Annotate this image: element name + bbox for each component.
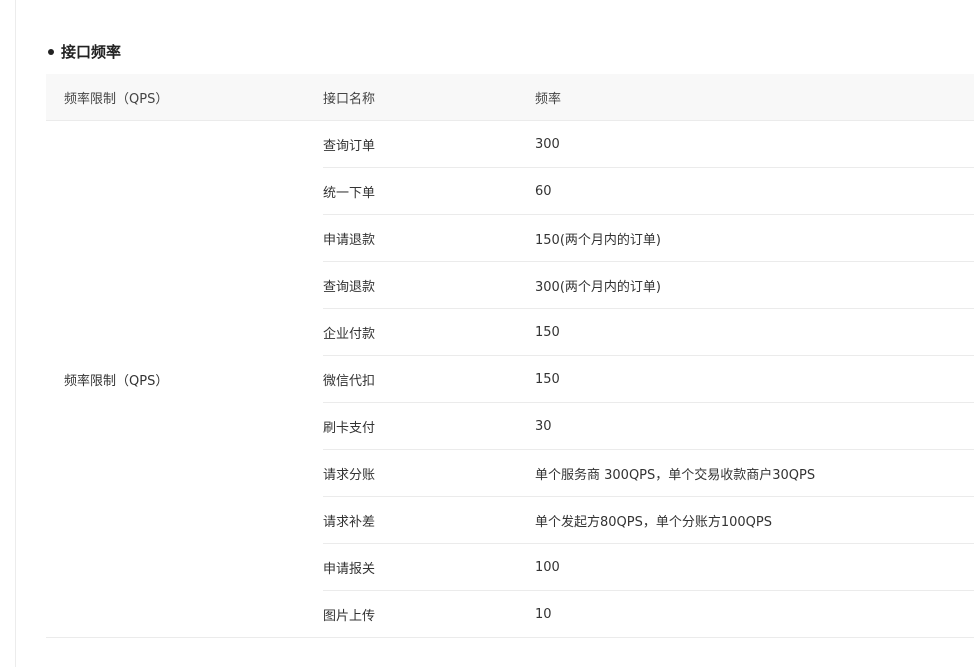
api-name-cell: 查询订单 <box>323 120 535 168</box>
api-name-cell: 申请退款 <box>323 214 535 262</box>
table-row: 频率限制（QPS） 查询订单 300 <box>46 120 974 638</box>
api-name-cell: 申请报关 <box>323 543 535 591</box>
rate-cell: 300 <box>535 120 974 168</box>
api-name-cell: 查询退款 <box>323 261 535 309</box>
group-label-cell: 频率限制（QPS） <box>46 120 323 638</box>
table-header-row: 频率限制（QPS） 接口名称 频率 <box>46 74 974 121</box>
rate-cell: 30 <box>535 402 974 450</box>
rate-cell: 单个发起方80QPS，单个分账方100QPS <box>535 496 974 544</box>
rate-cell: 300(两个月内的订单) <box>535 261 974 309</box>
rate-cell: 150 <box>535 308 974 356</box>
api-name-cell: 刷卡支付 <box>323 402 535 450</box>
rate-cell: 单个服务商 300QPS，单个交易收款商户30QPS <box>535 449 974 497</box>
rate-cell: 100 <box>535 543 974 591</box>
rate-cell: 10 <box>535 590 974 638</box>
section-title-text: 接口频率 <box>61 43 122 61</box>
bullet-icon <box>48 49 54 55</box>
header-qps-limit: 频率限制（QPS） <box>46 74 323 121</box>
left-divider <box>15 0 16 667</box>
header-api-name: 接口名称 <box>323 74 535 121</box>
api-name-cell: 统一下单 <box>323 167 535 215</box>
api-name-cell: 请求分账 <box>323 449 535 497</box>
api-name-cell: 图片上传 <box>323 590 535 638</box>
rate-cell: 60 <box>535 167 974 215</box>
header-rate: 频率 <box>535 74 974 121</box>
rate-cell: 150 <box>535 355 974 403</box>
api-name-cell: 请求补差 <box>323 496 535 544</box>
api-name-cell: 企业付款 <box>323 308 535 356</box>
api-name-cell: 微信代扣 <box>323 355 535 403</box>
qps-table: 频率限制（QPS） 接口名称 频率 频率限制（QPS） 查询订单 300 统一下… <box>46 74 974 638</box>
rate-cell: 150(两个月内的订单) <box>535 214 974 262</box>
section-heading: 接口频率 <box>46 38 121 66</box>
